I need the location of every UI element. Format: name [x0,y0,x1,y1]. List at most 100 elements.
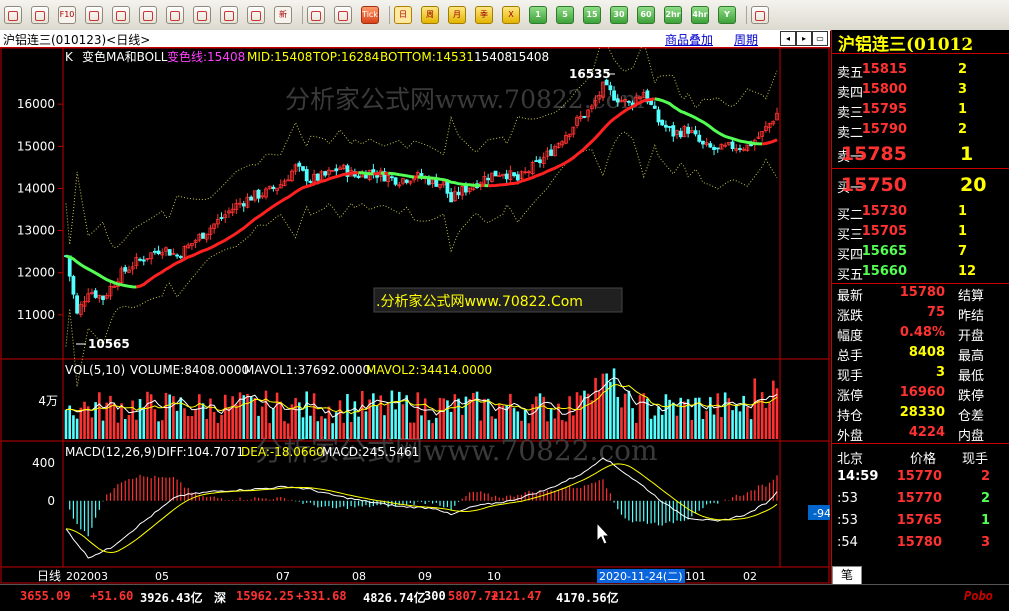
draw-icon[interactable] [193,6,211,24]
candle [446,181,449,197]
candle-body [687,127,690,133]
period-month-button[interactable]: 月 [448,6,466,24]
volume-bar [361,391,364,439]
volume-bar [739,411,742,439]
extra-value-label: 15408 [474,50,512,64]
candle-body [627,101,630,102]
table-icon[interactable] [307,6,325,24]
candle [394,177,397,186]
candle-body [616,99,619,102]
volume-bar [524,410,527,439]
candle [146,258,149,261]
bid-price: 15750 [841,174,907,196]
volume-bar [554,418,557,439]
period-4h-button[interactable]: 4hr [691,6,709,24]
period-multi-button[interactable]: X [502,6,520,24]
candle-body [516,175,519,180]
quote-panel: 沪铝连三(01012 卖五158152卖四158003卖三157951卖二157… [831,30,1009,584]
candle-body [168,250,171,256]
candle [168,249,171,255]
volume-bar [731,410,734,439]
pen-icon[interactable] [220,6,238,24]
volume-bar [309,416,312,439]
home-icon[interactable] [31,6,49,24]
period-30m-button[interactable]: 30 [610,6,628,24]
trade-volume: 2 [981,469,990,484]
period-link[interactable]: 周期 [734,31,758,48]
extra-value-label: 15408 [511,50,549,64]
volume-bar [609,382,612,439]
period-week-button[interactable]: 周 [421,6,439,24]
volume-bar [746,407,749,439]
volume-bar [620,407,623,439]
kline-icon[interactable] [334,6,352,24]
ask-row: 卖三157951 [832,100,1002,120]
nav-left-button[interactable]: ◂ [780,31,796,46]
vol-axis-label: 4万 [38,394,58,408]
nav-right-button[interactable]: ▸ [796,31,812,46]
volume-bar [98,392,101,439]
refresh-icon[interactable] [85,6,103,24]
ask-price: 15800 [862,82,907,97]
candle [735,144,738,153]
candle-body [202,233,205,238]
new-icon[interactable]: 新 [274,6,292,24]
stat-label-secondary: 跌停 [958,385,984,404]
candle-body [305,170,308,181]
candle [757,132,760,139]
period-label: 日线 [37,569,61,583]
stat-label: 幅度 [837,325,863,344]
period-year-button[interactable]: Y [718,6,736,24]
trade-time: :53 [837,513,858,528]
candle [120,266,123,285]
overlay-link[interactable]: 商品叠加 [665,31,713,48]
bid-volume: 1 [958,224,967,239]
x-axis-label: 202003 [66,570,108,583]
period-15m-button[interactable]: 15 [583,6,601,24]
volume-bar [768,403,771,439]
volume-bar [716,393,719,439]
boll-mid-label: MID:15408 [247,50,312,64]
candle [294,163,297,174]
volume-bar [494,419,497,439]
bid-row: 买二157301 [832,202,1002,222]
panel-toggle-button[interactable]: ▭ [812,31,828,46]
volume-bar [772,381,775,439]
candle [483,171,486,183]
volume-bar [591,400,594,439]
kline-chart[interactable]: 160001500014000130001200011000 分析家公式网www… [0,47,830,584]
volume-bar [120,403,123,439]
period-5m-button[interactable]: 5 [556,6,574,24]
lightbulb-icon[interactable] [247,6,265,24]
candle-body [713,147,716,149]
period-day-button[interactable]: 日 [394,6,412,24]
period-season-button[interactable]: 季 [475,6,493,24]
period-60m-button[interactable]: 60 [637,6,655,24]
candle [701,141,704,149]
stat-value: 8408 [909,345,945,360]
volume-bar [535,396,538,439]
candle [461,184,464,200]
ask-level-label: 卖四 [837,82,863,101]
zoom-out-icon[interactable] [139,6,157,24]
volume-bar [439,398,442,439]
mavol1-label: MAVOL1:37692.0000 [244,363,370,377]
panel-icon[interactable] [751,6,769,24]
tick-tab[interactable]: 笔 [832,566,862,585]
volume-bar [457,399,460,439]
period-2h-button[interactable]: 2hr [664,6,682,24]
zoom-in-icon[interactable] [112,6,130,24]
grid-icon[interactable] [4,6,22,24]
candle [724,142,727,147]
trade-row: :53157651 [832,511,1002,531]
candle [164,246,167,256]
volume-bar [346,394,349,439]
tick-icon[interactable]: Tick [361,6,379,24]
volume-bar [376,406,379,439]
candle [139,257,142,261]
info-icon[interactable]: F10 [58,6,76,24]
toolbar-button-label: 4hr [692,10,707,19]
candle [261,192,264,199]
period-1m-button[interactable]: 1 [529,6,547,24]
pointer-icon[interactable] [166,6,184,24]
